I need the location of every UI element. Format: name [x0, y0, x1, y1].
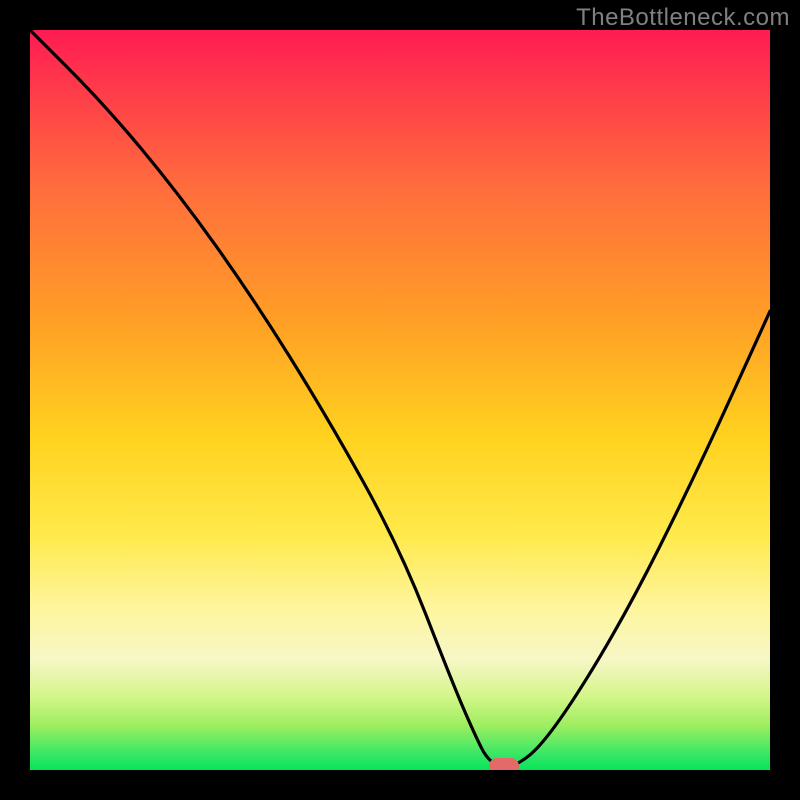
bottleneck-curve [30, 30, 770, 770]
plot-area [30, 30, 770, 770]
watermark-text: TheBottleneck.com [576, 4, 790, 32]
optimal-marker [489, 758, 519, 770]
chart-frame: TheBottleneck.com [0, 0, 800, 800]
